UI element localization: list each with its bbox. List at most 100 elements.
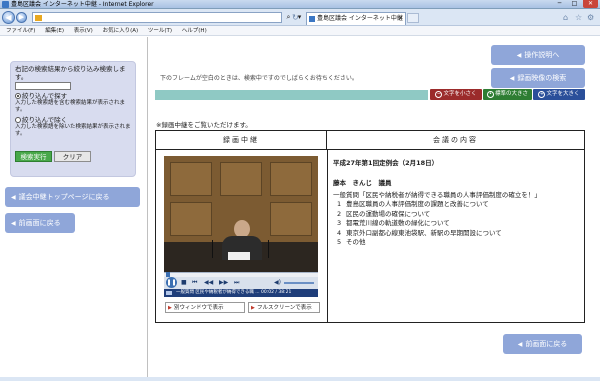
maximize-button[interactable]: □ xyxy=(567,0,582,8)
microphone xyxy=(268,240,269,258)
item-text: 区民の運動場の確保について xyxy=(346,209,431,218)
forward-button[interactable]: ▶ xyxy=(16,12,27,23)
column-divider xyxy=(327,150,328,322)
right-back-button[interactable]: ◀ 前画面に戻る xyxy=(503,334,582,354)
item-number: 1 xyxy=(337,200,342,208)
left-back-button[interactable]: ◀ 前画面に戻る xyxy=(5,213,75,233)
pause-icon[interactable]: ❚❚ xyxy=(166,277,177,288)
top-page-label: 議会中継トップページに戻る xyxy=(18,193,110,201)
player-controls: ❚❚ ■ ⏮ ◀◀ ▶▶ ⏭ ◀) xyxy=(164,277,318,289)
wall-panel xyxy=(170,202,212,236)
fullscreen-label: フルスクリーンで表示 xyxy=(257,305,312,311)
microphone xyxy=(212,240,213,258)
menu-edit[interactable]: 編集(E) xyxy=(45,26,64,36)
stop-icon[interactable]: ■ xyxy=(181,278,187,288)
exclude-description: 入力した検索語を除いた検索結果が表示されます。 xyxy=(15,124,131,137)
window-title-bar: 豊島区議会 インターネット中継 - Internet Explorer ─ □ … xyxy=(0,0,600,9)
menu-help[interactable]: ヘルプ(H) xyxy=(182,26,207,36)
text-standard-button[interactable]: • 標準の大きさ xyxy=(483,89,532,100)
manual-button[interactable]: ◀ 操作説明へ xyxy=(491,45,585,65)
fast-forward-icon[interactable]: ▶▶ xyxy=(219,278,228,288)
separate-window-label: 別ウィンドウで表示 xyxy=(174,305,224,311)
volume-slider[interactable] xyxy=(284,282,314,284)
tab-favicon xyxy=(309,16,315,22)
ie-app-icon xyxy=(2,1,9,8)
list-item: 3 都電荒川線の軌道敷の緑化について xyxy=(333,219,581,229)
favorites-star-icon[interactable]: ☆ xyxy=(575,12,582,23)
left-back-label: 前画面に戻る xyxy=(18,219,61,227)
option-include[interactable]: 絞り込んで探す xyxy=(15,92,131,100)
text-larger-button[interactable]: + 文字を大きく xyxy=(533,89,585,100)
fullscreen-button[interactable]: ▶ フルスクリーンで表示 xyxy=(248,302,320,313)
menu-favorites[interactable]: お気に入り(A) xyxy=(103,26,139,36)
browser-tab[interactable]: 豊島区議会 インターネット中継 ✕ xyxy=(306,12,406,25)
new-tab-button[interactable] xyxy=(407,13,419,23)
menu-tools[interactable]: ツール(T) xyxy=(148,26,172,36)
video-search-button[interactable]: ◀ 録画映像の検索 xyxy=(491,68,585,88)
text-standard-label: 標準の大きさ xyxy=(494,91,528,97)
rewind-icon[interactable]: ◀◀ xyxy=(204,278,213,288)
tab-title: 豊島区議会 インターネット中継 xyxy=(317,15,403,22)
minimize-button[interactable]: ─ xyxy=(552,0,567,8)
option-exclude[interactable]: 絞り込んで除く xyxy=(15,116,131,124)
player-status: 一般質問 区民や納税者が納得できる職 ... 00:02 / 38:21 xyxy=(164,289,318,297)
nameplate xyxy=(228,252,250,260)
list-item: 4 東京外口副都心線東池袋駅、新駅の早期開設について xyxy=(333,229,581,239)
home-icon[interactable]: ⌂ xyxy=(563,12,568,23)
volume-icon[interactable]: ◀) xyxy=(274,278,281,288)
include-label: 絞り込んで探す xyxy=(22,92,68,100)
wall-panel xyxy=(270,202,312,236)
meeting-table: 録画中継 会議の内容 ❚❚ ■ ⏮ ◀◀ ▶▶ ⏭ ◀) 一般質問 区民や納税者… xyxy=(155,130,585,323)
back-button[interactable]: ◀ xyxy=(2,11,15,24)
text-smaller-button[interactable]: − 文字を小さく xyxy=(430,89,482,100)
url-field[interactable] xyxy=(32,12,282,23)
separate-window-button[interactable]: ▶ 別ウィンドウで表示 xyxy=(165,302,245,313)
clear-button[interactable]: クリア xyxy=(54,151,91,162)
item-text: 都電荒川線の軌道敷の緑化について xyxy=(346,219,450,227)
status-icon xyxy=(166,291,172,295)
refresh-icon[interactable]: ↻ xyxy=(292,12,299,23)
close-button[interactable]: ✕ xyxy=(583,0,598,8)
video-player[interactable] xyxy=(164,156,318,272)
menu-view[interactable]: 表示(V) xyxy=(74,26,93,36)
menu-file[interactable]: ファイル(F) xyxy=(6,26,35,36)
list-item: 1 豊島区職員の人事評価制度の課題と改善について xyxy=(333,200,581,210)
play-triangle-icon: ▶ xyxy=(251,305,255,311)
manual-label: 操作説明へ xyxy=(524,51,560,59)
exclude-radio[interactable] xyxy=(15,117,21,123)
text-smaller-label: 文字を小さく xyxy=(443,91,477,97)
gear-icon[interactable]: ⚙ xyxy=(587,12,594,23)
recording-note: ※録画中継をご覧いただけます。 xyxy=(156,121,252,129)
recording-header: 録画中継 xyxy=(156,131,327,150)
video-search-label: 録画映像の検索 xyxy=(517,74,567,82)
reset-icon: • xyxy=(486,91,494,98)
left-arrow-icon: ◀ xyxy=(11,220,16,227)
refine-heading: 右記の検索結果から絞り込み検索します。 xyxy=(15,65,126,81)
previous-icon[interactable]: ⏮ xyxy=(192,278,197,288)
top-page-button[interactable]: ◀ 議会中継トップページに戻る xyxy=(5,187,140,207)
next-icon[interactable]: ⏭ xyxy=(234,278,239,288)
loading-notice: 下のフレームが空白のときは、検索中ですのでしばらくお待ちください。 xyxy=(160,75,358,82)
text-larger-label: 文字を大きく xyxy=(546,91,580,97)
left-arrow-icon: ◀ xyxy=(509,75,515,82)
plus-icon: + xyxy=(538,91,546,98)
session-title: 平成27年第1回定例会（2月18日） xyxy=(333,159,439,167)
content-header: 会議の内容 xyxy=(327,131,584,150)
wall-panel xyxy=(270,162,312,196)
exclude-label: 絞り込んで除く xyxy=(22,116,68,124)
tab-close-icon[interactable]: ✕ xyxy=(398,13,403,25)
include-radio[interactable] xyxy=(15,93,21,99)
list-item: 2 区民の運動場の確保について xyxy=(333,210,581,220)
address-bar: ◀ ▶ ⌕ ▾ ↻ 豊島区議会 インターネット中継 ✕ ⌂ ☆ ⚙ xyxy=(0,9,600,26)
search-execute-button[interactable]: 検索実行 xyxy=(15,151,52,162)
left-arrow-icon: ◀ xyxy=(516,52,522,59)
page-icon xyxy=(35,15,42,21)
question-title: 一般質問「区民や納税者が納得できる職員の人事評価制度の確立を！」 xyxy=(333,191,541,199)
toolbar-strip xyxy=(155,90,428,100)
item-number: 2 xyxy=(337,209,342,218)
refine-keyword-input[interactable] xyxy=(15,82,71,90)
wall-panel xyxy=(170,162,212,196)
item-text: その他 xyxy=(346,238,366,246)
meeting-content: 平成27年第1回定例会（2月18日） 藤本 きんじ 議員 一般質問「区民や納税者… xyxy=(333,158,581,248)
right-back-label: 前画面に戻る xyxy=(525,340,568,348)
